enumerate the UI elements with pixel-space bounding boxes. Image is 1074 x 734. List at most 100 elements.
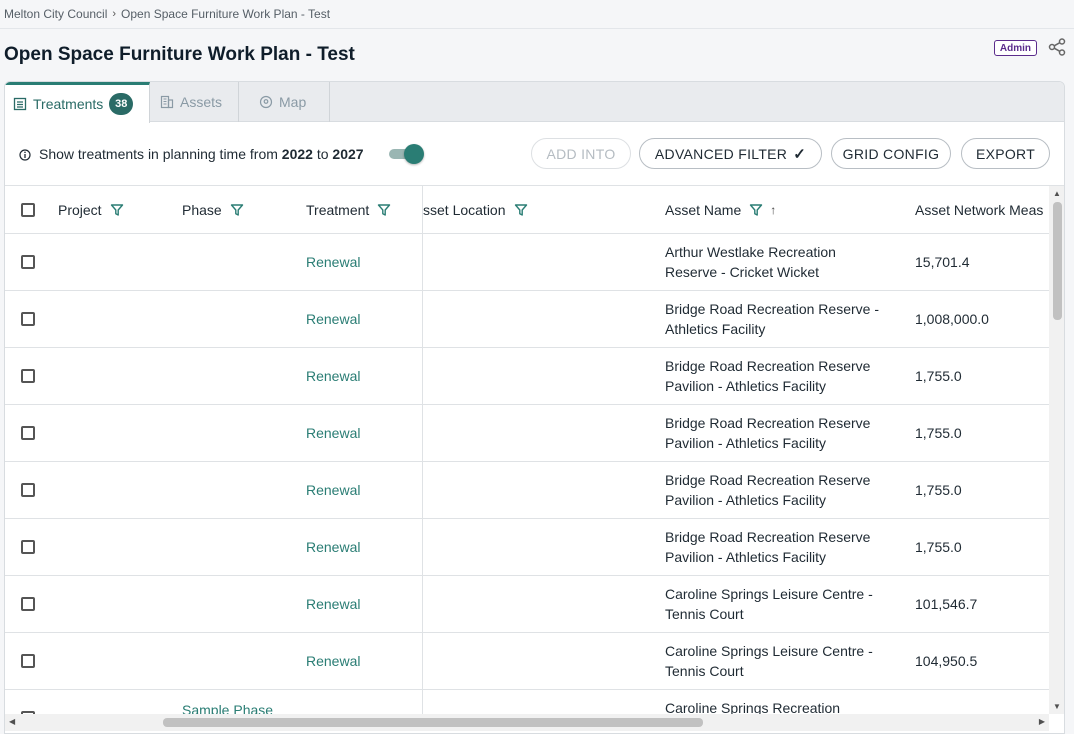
table-row[interactable]: Renewal Bridge Road Recreation Reserve -… [5,291,1049,348]
row-checkbox[interactable] [21,312,35,326]
treatment-cell[interactable]: Renewal [306,633,418,689]
treatment-cell[interactable]: Renewal [306,234,418,290]
column-header-label: Treatment [306,202,370,218]
vertical-scrollbar[interactable]: ▲ ▼ [1049,186,1064,714]
filter-icon[interactable] [514,203,528,217]
table-row[interactable]: Renewal Bridge Road Recreation Reserve P… [5,519,1049,576]
grid-body: Renewal Arthur Westlake Recreation Reser… [5,234,1049,714]
asset-name-cell: Caroline Springs Recreation [665,690,905,714]
list-icon [13,97,27,111]
planning-time-filter-text: Show treatments in planning time from 20… [39,146,364,162]
asset-name-cell: Bridge Road Recreation Reserve Pavilion … [665,519,905,575]
row-checkbox[interactable] [21,540,35,554]
phase-cell [182,633,302,689]
select-all-checkbox[interactable] [21,203,35,217]
phase-cell [182,462,302,518]
column-header-phase[interactable]: Phase [182,186,292,234]
breadcrumb: Melton City Council › Open Space Furnitu… [0,0,1074,29]
vertical-scroll-thumb[interactable] [1053,202,1062,320]
advanced-filter-button[interactable]: ADVANCED FILTER ✓ [639,138,822,169]
table-row[interactable]: Renewal Bridge Road Recreation Reserve P… [5,462,1049,519]
treatment-cell[interactable]: Renewal [306,462,418,518]
filter-icon[interactable] [377,203,391,217]
asset-name-line: Bridge Road Recreation Reserve [665,529,871,545]
treatment-cell[interactable] [306,690,418,714]
column-header-project[interactable]: Project [58,186,168,234]
treatment-cell[interactable]: Renewal [306,519,418,575]
planning-time-toggle[interactable] [389,143,425,165]
filter-icon[interactable] [230,203,244,217]
treatment-cell[interactable]: Renewal [306,405,418,461]
asset-measure-cell: 15,701.4 [915,254,970,270]
filter-icon[interactable] [110,203,124,217]
tab-map[interactable]: Map [239,82,330,122]
table-row[interactable]: Renewal Caroline Springs Leisure Centre … [5,576,1049,633]
page-title: Open Space Furniture Work Plan - Test [4,44,355,65]
row-checkbox[interactable] [21,426,35,440]
asset-name-cell: Caroline Springs Leisure Centre - Tennis… [665,633,905,689]
filter-word-to: to [316,146,329,162]
sort-ascending-icon[interactable]: ↑ [770,203,776,217]
app-page: Melton City Council › Open Space Furnitu… [0,0,1074,734]
filter-icon[interactable] [749,203,763,217]
row-checkbox[interactable] [21,483,35,497]
treatment-cell[interactable]: Renewal [306,291,418,347]
asset-measure-cell: 104,950.5 [915,653,978,669]
asset-name-line: Athletics Facility [665,321,766,337]
tab-assets[interactable]: Assets [150,82,239,122]
phase-cell [182,519,302,575]
asset-name-line: Bridge Road Recreation Reserve [665,472,871,488]
row-checkbox[interactable] [21,369,35,383]
row-checkbox[interactable] [21,597,35,611]
add-into-button[interactable]: ADD INTO [531,138,631,169]
phase-cell[interactable]: Sample Phase [182,690,302,714]
column-header-asset-network-measure[interactable]: Asset Network Meas [915,186,1049,234]
tab-treatments-label: Treatments [33,96,104,112]
scroll-up-arrow-icon[interactable]: ▲ [1053,189,1061,198]
treatments-grid: Project Phase Treatment sset Location As… [5,185,1064,733]
treatment-cell[interactable]: Renewal [306,348,418,404]
asset-name-cell: Bridge Road Recreation Reserve Pavilion … [665,348,905,404]
column-header-treatment[interactable]: Treatment [306,186,418,234]
row-checkbox[interactable] [21,654,35,668]
grid-config-button[interactable]: GRID CONFIG [831,138,951,169]
tab-treatments[interactable]: Treatments 38 [5,82,150,123]
asset-name-line: Bridge Road Recreation Reserve - [665,301,879,317]
treatments-count-badge: 38 [109,93,134,115]
advanced-filter-label: ADVANCED FILTER [654,145,788,162]
asset-measure-cell [915,690,1045,714]
scroll-right-arrow-icon[interactable]: ▶ [1039,717,1045,726]
export-button[interactable]: EXPORT [961,138,1050,169]
asset-measure-cell: 1,755.0 [915,425,962,441]
asset-name-cell: Bridge Road Recreation Reserve Pavilion … [665,462,905,518]
row-checkbox[interactable] [21,255,35,269]
check-icon: ✓ [793,145,807,163]
asset-name-cell: Caroline Springs Leisure Centre - Tennis… [665,576,905,632]
table-row[interactable]: Renewal Bridge Road Recreation Reserve P… [5,348,1049,405]
breadcrumb-root-link[interactable]: Melton City Council [4,7,107,21]
scroll-down-arrow-icon[interactable]: ▼ [1053,702,1061,711]
map-pin-icon [259,95,273,109]
asset-name-line: Pavilion - Athletics Facility [665,492,827,508]
table-row[interactable]: Sample Phase Caroline Springs Recreation [5,690,1049,714]
asset-name-cell: Arthur Westlake Recreation Reserve - Cri… [665,234,905,290]
horizontal-scroll-thumb[interactable] [163,718,703,727]
year-from: 2022 [281,146,313,162]
phase-cell [182,405,302,461]
share-icon[interactable] [1048,38,1066,56]
horizontal-scrollbar[interactable]: ◀ ▶ [5,714,1049,731]
treatment-cell[interactable]: Renewal [306,576,418,632]
table-row[interactable]: Renewal Bridge Road Recreation Reserve P… [5,405,1049,462]
work-plan-panel: Treatments 38 Assets Map Show treatments… [4,81,1065,734]
table-row[interactable]: Renewal Caroline Springs Leisure Centre … [5,633,1049,690]
filter-prefix: Show treatments in planning time from [39,146,278,162]
scroll-left-arrow-icon[interactable]: ◀ [9,717,15,726]
column-header-asset-name[interactable]: Asset Name ↑ [665,186,905,234]
column-header-asset-location[interactable]: sset Location [423,186,653,234]
column-header-label: sset Location [423,202,506,218]
asset-measure-cell: 1,755.0 [915,368,962,384]
asset-name-line: Pavilion - Athletics Facility [665,549,827,565]
grid-toolbar: Show treatments in planning time from 20… [5,123,1064,185]
asset-measure-cell: 1,755.0 [915,539,962,555]
table-row[interactable]: Renewal Arthur Westlake Recreation Reser… [5,234,1049,291]
